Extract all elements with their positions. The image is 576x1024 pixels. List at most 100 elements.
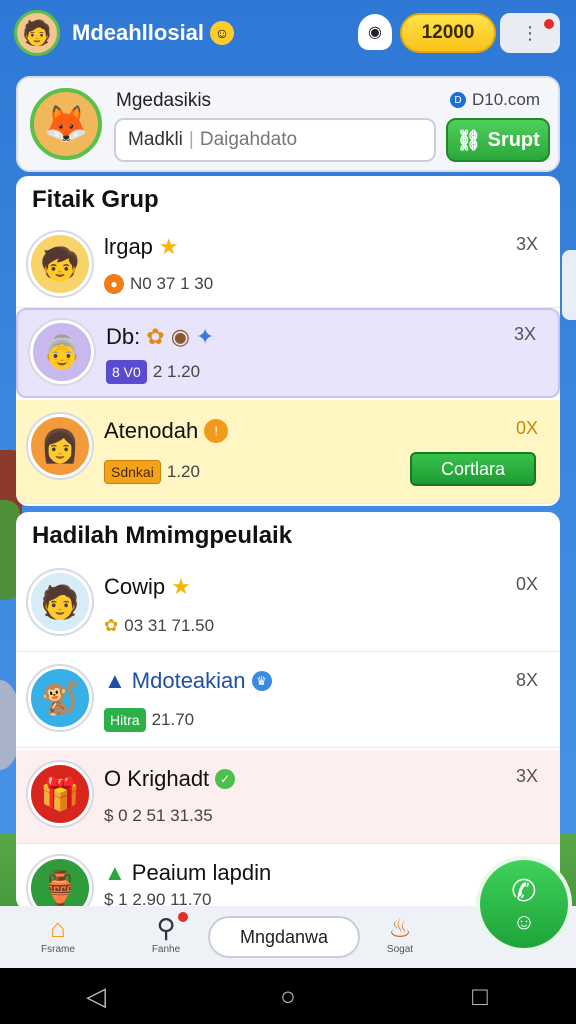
list-item[interactable]: 🧒 lrgap ★ ● N0 37 1 30 3X: [16, 220, 560, 308]
section-title: Fitaik Grup: [32, 186, 159, 213]
back-icon[interactable]: ◁: [66, 981, 126, 1012]
row-meta: Hitra 21.70: [104, 708, 194, 732]
row-meta-text: $ 0 2 51 31.35: [104, 806, 213, 825]
row-name-text: lrgap: [104, 234, 153, 259]
row-name-text: Peaium lapdin: [131, 860, 272, 885]
row-meta: Sdnkai 1.20: [104, 460, 200, 484]
row-name-text: Db:: [106, 324, 141, 349]
start-button[interactable]: ⛓ Srupt: [446, 118, 550, 162]
home-icon: ⌂: [50, 913, 66, 943]
start-button-label: Srupt: [487, 128, 540, 151]
call-fab[interactable]: ✆ ☺: [476, 856, 572, 952]
leaf-icon: ▲: [104, 860, 126, 885]
nav-shop[interactable]: ♨ Sogat: [370, 912, 430, 955]
star-icon: ★: [171, 574, 191, 599]
star-icon: ★: [158, 234, 179, 259]
tier-badge: Hitra: [104, 708, 146, 732]
system-nav-bar: ◁ ○ □: [0, 968, 576, 1024]
row-avatar: 🎁: [28, 762, 92, 826]
row-meta-text: 03 31 71.50: [124, 616, 215, 635]
nav-search-label: Fanhe: [151, 944, 181, 955]
list-item[interactable]: 👵 Db: ✿ ◉ ✦ 8 V0 2 1.20 3X: [16, 308, 560, 398]
flame-icon: ●: [104, 274, 124, 294]
search-separator: |: [188, 129, 194, 150]
row-meta: ✿ 03 31 71.50: [104, 616, 214, 636]
row-multiplier: 3X: [515, 766, 538, 786]
mountain-icon: ▲: [104, 668, 126, 693]
search-input[interactable]: Madkli | Daigahdato: [114, 118, 436, 162]
link-chain-icon: ⛓: [456, 129, 482, 152]
nav-home[interactable]: ⌂ Fsrame: [28, 912, 88, 955]
pot-icon: ♨: [388, 913, 412, 943]
row-meta: $ 0 2 51 31.35: [104, 806, 213, 826]
menu-button[interactable]: ⋮: [500, 13, 560, 53]
search-placeholder: Daigahdato: [199, 129, 298, 150]
profile-avatar[interactable]: 🦊: [30, 88, 102, 160]
row-name: Atenodah !: [104, 418, 229, 444]
nav-shop-label: Sogat: [386, 944, 414, 955]
row-meta-text: N0 37 1 30: [130, 274, 214, 293]
row-avatar: 👩: [28, 414, 92, 478]
row-name: Cowip ★: [104, 574, 191, 600]
profile-name: Mgedasikis: [116, 90, 212, 111]
notification-dot: [544, 19, 554, 29]
row-multiplier: 8X: [515, 670, 538, 690]
emoji-icon: ✿: [146, 324, 165, 349]
continue-button[interactable]: Cortlara: [410, 452, 536, 486]
tier-badge: Sdnkai: [104, 460, 161, 484]
search-icon: ⚲: [156, 913, 176, 943]
section-title: Hadilah Mmimgpeulaik: [32, 522, 293, 549]
row-avatar: 🧑: [28, 570, 92, 634]
row-meta: ● N0 37 1 30: [104, 274, 213, 294]
list-item[interactable]: 🐒 ▲ Mdoteakian ♛ Hitra 21.70 8X: [16, 654, 560, 748]
continue-button-label: Cortlara: [440, 458, 506, 479]
mascot-icon: ☺: [512, 908, 536, 934]
row-name: ▲ Mdoteakian ♛: [104, 668, 272, 694]
user-avatar[interactable]: 🧑: [14, 10, 60, 56]
row-multiplier: 0X: [515, 418, 538, 438]
list-item[interactable]: 🎁 O Krighadt ✓ $ 0 2 51 31.35 3X: [16, 750, 560, 844]
reward-panel: Hadilah Mmimgpeulaik 🧑 Cowip ★ ✿ 03 31 7…: [16, 512, 560, 920]
row-name: lrgap ★: [104, 234, 179, 260]
smiley-icon: ☺: [210, 21, 235, 45]
profile-link[interactable]: D D10.com: [449, 90, 540, 110]
tier-badge: 8 V0: [106, 360, 147, 384]
row-avatar: 🧒: [28, 232, 92, 296]
row-avatar: 👵: [30, 320, 94, 384]
nav-home-label: Fsrame: [41, 944, 75, 955]
phone-icon: ✆: [511, 874, 537, 908]
profile-card: 🦊 Mgedasikis D D10.com Madkli | Daigahda…: [16, 76, 560, 172]
bird-icon: ✦: [195, 324, 215, 349]
verified-icon: ♛: [251, 671, 272, 691]
recents-icon[interactable]: □: [450, 981, 510, 1012]
notification-dot: [178, 912, 188, 922]
link-icon: D: [449, 92, 466, 108]
row-name-text: Atenodah: [104, 418, 199, 443]
menu-icon: ⋮: [521, 22, 539, 43]
home-circle-icon[interactable]: ○: [258, 981, 318, 1012]
ghost-icon[interactable]: ◉: [358, 14, 392, 50]
profile-link-text: D10.com: [471, 90, 540, 109]
nav-search[interactable]: ⚲ Fanhe: [136, 912, 196, 955]
list-item[interactable]: 👩 Atenodah ! Sdnkai 1.20 0X Cortlara: [16, 400, 560, 504]
row-name: O Krighadt ✓: [104, 766, 236, 792]
row-name: ▲ Peaium lapdin: [104, 860, 271, 886]
scenery-right-pillar: [562, 250, 576, 320]
row-name-text: O Krighadt: [104, 766, 210, 791]
nav-center-button[interactable]: Mngdanwa: [208, 916, 360, 958]
row-meta-text: 1.20: [166, 462, 200, 481]
alert-icon: !: [204, 419, 229, 443]
list-item[interactable]: 🧑 Cowip ★ ✿ 03 31 71.50 0X: [16, 558, 560, 652]
row-multiplier: 3X: [513, 324, 536, 344]
check-icon: ✓: [215, 769, 236, 789]
paw-icon: ✿: [104, 616, 119, 635]
row-meta-text: 2 1.20: [152, 362, 201, 381]
coin-balance[interactable]: 12000: [400, 13, 496, 53]
row-name-text: Cowip: [104, 574, 166, 599]
row-avatar: 🐒: [28, 666, 92, 730]
search-value: Madkli: [128, 129, 183, 150]
row-name-text: Mdoteakian: [131, 668, 246, 693]
group-panel: Fitaik Grup 🧒 lrgap ★ ● N0 37 1 30 3X 👵 …: [16, 176, 560, 506]
row-meta-text: 21.70: [151, 710, 195, 729]
app-title: Mdeahllosial: [72, 20, 205, 45]
